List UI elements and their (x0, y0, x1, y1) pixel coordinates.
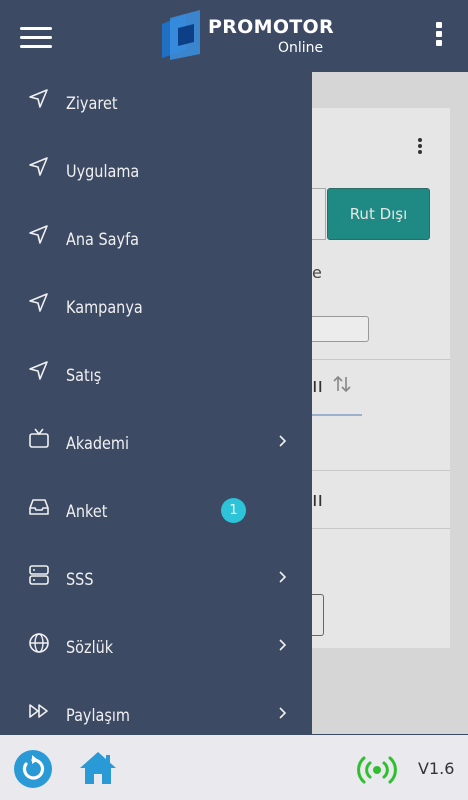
bottom-bar: V1.6 (0, 734, 468, 800)
home-icon[interactable] (78, 749, 118, 787)
navigation-arrow-icon (29, 225, 48, 244)
navigation-arrow-icon (29, 157, 48, 176)
globe-icon (29, 633, 49, 653)
menu-item-label: Sözlük (66, 638, 114, 658)
divider (312, 470, 450, 471)
menu-item-label: Kampanya (66, 298, 143, 318)
row-text-fragment: ıı (312, 487, 324, 511)
background-text-fragment: e (312, 263, 322, 282)
side-drawer: Ziyaret Uygulama Ana Sayfa Kampanya Satı… (0, 72, 312, 734)
brand-title: PROMOTOR (208, 16, 334, 38)
card-kebab-icon[interactable] (418, 138, 424, 156)
chevron-right-icon (279, 571, 287, 583)
signal-icon (357, 756, 397, 784)
menu-item-kampanya[interactable]: Kampanya (0, 276, 312, 344)
background-button-fragment[interactable] (312, 594, 324, 636)
menu-item-label: Uygulama (66, 162, 140, 182)
app-header: PROMOTOR Online (0, 0, 468, 72)
menu-item-label: Anket (66, 502, 108, 522)
server-icon (29, 565, 49, 585)
menu-item-akademi[interactable]: Akademi (0, 412, 312, 480)
hamburger-icon[interactable] (20, 27, 52, 49)
menu-item-ana-sayfa[interactable]: Ana Sayfa (0, 208, 312, 276)
rut-disi-button[interactable]: Rut Dışı (327, 188, 430, 240)
chevron-right-icon (279, 435, 287, 447)
chevron-right-icon (279, 639, 287, 651)
navigation-arrow-icon (29, 293, 48, 312)
kebab-icon[interactable] (434, 22, 444, 50)
menu-item-sss[interactable]: SSS (0, 548, 312, 616)
menu-item-label: Satış (66, 366, 102, 386)
navigation-arrow-icon (29, 361, 48, 380)
menu-item-uygulama[interactable]: Uygulama (0, 140, 312, 208)
menu-item-label: SSS (66, 570, 94, 590)
app-logo: PROMOTOR Online (160, 10, 340, 62)
menu-item-label: Paylaşım (66, 706, 130, 726)
anket-count-badge: 1 (221, 498, 246, 523)
fast-forward-icon (29, 704, 48, 718)
inbox-icon (29, 499, 49, 515)
logo-mark (162, 10, 200, 60)
menu-item-sozluk[interactable]: Sözlük (0, 616, 312, 684)
divider (312, 528, 450, 529)
menu-item-label: Ziyaret (66, 94, 118, 114)
sort-icon[interactable] (332, 374, 352, 394)
navigation-arrow-icon (29, 89, 48, 108)
background-input[interactable] (312, 316, 369, 342)
tv-icon (29, 428, 49, 448)
background-field[interactable] (312, 188, 326, 240)
menu-item-anket[interactable]: Anket (0, 480, 312, 548)
menu-item-ziyaret[interactable]: Ziyaret (0, 72, 312, 140)
refresh-icon[interactable] (14, 750, 52, 788)
divider (312, 359, 450, 360)
row-highlight (312, 414, 362, 416)
menu-item-label: Ana Sayfa (66, 230, 140, 250)
column-header-fragment: ıı (312, 373, 324, 397)
app-version: V1.6 (418, 759, 455, 778)
brand-subtitle: Online (278, 40, 324, 56)
menu-item-label: Akademi (66, 434, 130, 454)
menu-item-paylasim[interactable]: Paylaşım (0, 684, 312, 734)
menu-item-satis[interactable]: Satış (0, 344, 312, 412)
chevron-right-icon (279, 707, 287, 719)
